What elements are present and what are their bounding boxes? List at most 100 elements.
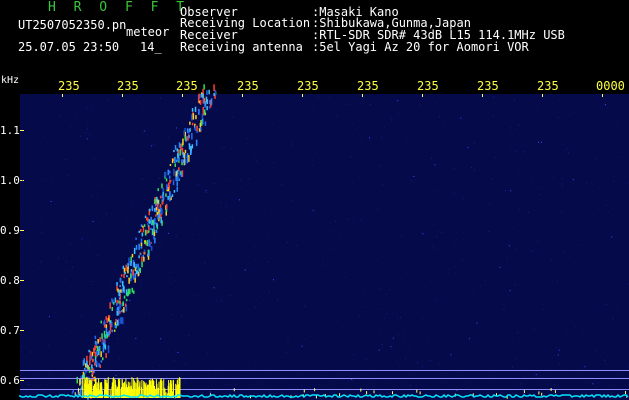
noise-speck [573, 231, 575, 233]
noise-speck [547, 368, 549, 370]
meteor-trail-dot [126, 292, 129, 297]
noise-speck [417, 325, 419, 327]
meteor-trail-dot [118, 300, 120, 304]
meteor-trail-dot [176, 169, 179, 175]
noise-burst-bar [112, 378, 114, 398]
noise-speck [36, 114, 38, 116]
meteor-trail-dot [141, 256, 143, 262]
meteor-trail-dot [206, 106, 208, 111]
noise-speck [137, 204, 139, 206]
noise-speck [90, 223, 92, 225]
noise-speck [125, 219, 127, 221]
noise-speck [558, 117, 560, 119]
noise-speck [473, 290, 475, 292]
noise-speck [436, 181, 438, 182]
noise-speck [360, 255, 362, 257]
meteor-trail-dot [119, 300, 121, 305]
noise-speck [155, 100, 156, 102]
noise-speck [171, 314, 173, 316]
noise-speck [392, 313, 394, 314]
noise-speck [502, 303, 504, 305]
noise-speck [139, 281, 141, 283]
noise-speck [197, 234, 199, 236]
noise-speck [436, 223, 438, 225]
noise-speck [235, 321, 237, 322]
noise-speck [220, 299, 222, 301]
freq-tick-mark [20, 130, 24, 131]
noise-speck [510, 190, 512, 192]
noise-speck [465, 354, 467, 356]
meteor-trail-dot [188, 155, 190, 162]
noise-speck [552, 330, 554, 332]
noise-speck [91, 196, 93, 198]
noise-speck [219, 344, 221, 346]
noise-speck [432, 279, 433, 281]
noise-speck [224, 219, 226, 221]
noise-speck [385, 268, 387, 270]
noise-speck [391, 179, 392, 181]
noise-speck [262, 166, 264, 168]
meteor-trail-dot [123, 273, 125, 279]
noise-speck [209, 391, 211, 393]
noise-speck [312, 138, 314, 139]
noise-speck [165, 279, 167, 281]
noise-speck [261, 220, 263, 222]
noise-speck [453, 339, 454, 341]
noise-speck [343, 186, 345, 188]
noise-speck [385, 214, 387, 216]
noise-speck [270, 391, 271, 393]
meteor-trail-dot [182, 138, 184, 146]
meteor-trail-dot [141, 261, 143, 268]
noise-speck [248, 178, 250, 180]
noise-speck [30, 158, 32, 160]
noise-speck [555, 138, 556, 140]
noise-speck [325, 342, 326, 344]
noise-speck [347, 321, 349, 323]
noise-speck [411, 180, 413, 182]
noise-speck [411, 224, 413, 226]
noise-speck [558, 104, 559, 105]
noise-speck [377, 119, 379, 121]
noise-speck [397, 100, 399, 102]
noise-speck [541, 141, 542, 143]
noise-speck [54, 312, 56, 314]
noise-speck [467, 250, 469, 252]
noise-speck [508, 362, 510, 364]
noise-speck [460, 117, 462, 119]
noise-speck [510, 127, 511, 129]
noise-speck [489, 371, 491, 373]
noise-speck [383, 341, 385, 343]
noise-burst-bar [541, 392, 543, 396]
noise-speck [144, 331, 146, 333]
noise-speck [215, 300, 217, 302]
noise-speck [285, 376, 287, 378]
noise-speck [502, 354, 504, 356]
noise-speck [77, 173, 79, 175]
meteor-trail-dot [146, 240, 149, 247]
noise-speck [564, 134, 565, 136]
noise-speck [375, 156, 377, 158]
noise-speck [485, 184, 487, 186]
noise-speck [339, 217, 341, 219]
meteor-trail-dot [116, 310, 118, 316]
meteor-trail-dot [133, 262, 135, 268]
noise-speck [423, 318, 425, 320]
noise-speck [561, 178, 563, 180]
meteor-trail-dot [201, 113, 204, 119]
noise-speck [174, 349, 176, 351]
meteor-trail-dot [102, 345, 105, 353]
noise-speck [428, 338, 430, 340]
noise-speck [65, 220, 66, 222]
noise-speck [386, 313, 387, 315]
noise-speck [238, 379, 240, 381]
noise-speck [303, 96, 305, 98]
time-tick-mark [542, 94, 543, 97]
noise-speck [456, 321, 457, 323]
noise-speck [37, 274, 39, 276]
noise-speck [323, 263, 325, 265]
noise-speck [213, 287, 215, 289]
noise-speck [236, 339, 238, 341]
noise-speck [95, 193, 97, 195]
noise-speck [354, 219, 356, 221]
noise-speck [556, 347, 557, 349]
